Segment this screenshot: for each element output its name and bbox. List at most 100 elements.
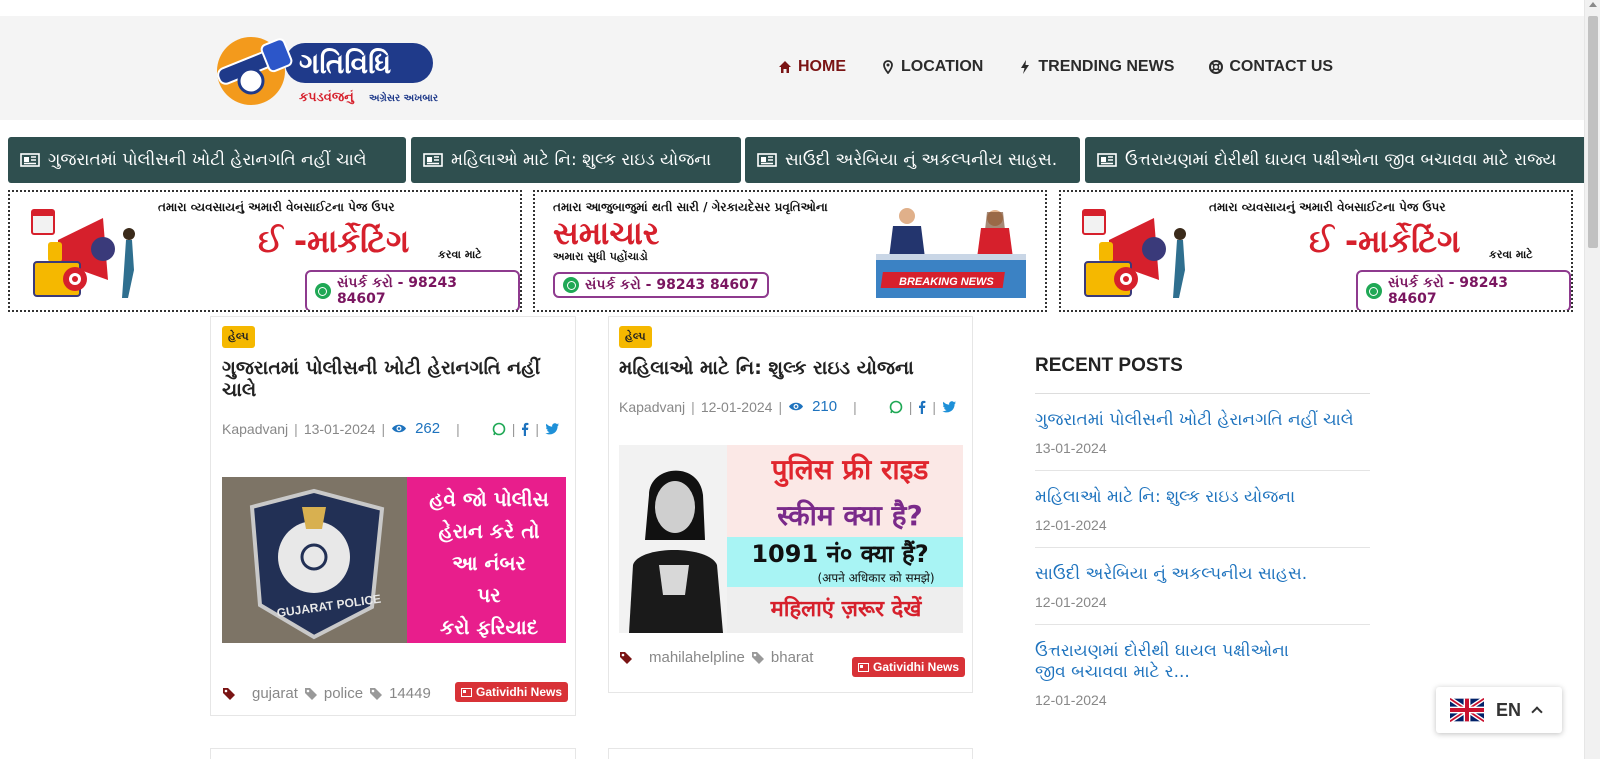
svg-text:કપડવંજનું: કપડવંજનું <box>299 90 355 105</box>
tags-icon <box>620 651 632 664</box>
facebook-share-icon[interactable] <box>521 422 529 436</box>
whatsapp-icon <box>1366 283 1382 299</box>
tag-link[interactable]: police <box>324 685 363 702</box>
ad-banner-emarketing[interactable]: તમારા વ્યવસાયનું અમારી વેબસાઈટના પેજ ઉપર… <box>1059 190 1573 312</box>
recent-post-date: 13-01-2024 <box>1035 440 1107 456</box>
recent-post-link[interactable]: સાઉદી અરેબિયા નું અકલ્પનીય સાહસ. <box>1035 564 1370 585</box>
nav-location[interactable]: LOCATION <box>881 58 983 76</box>
whatsapp-share-icon[interactable] <box>889 400 903 414</box>
scroll-up-arrow-icon[interactable] <box>1589 2 1597 7</box>
twitter-share-icon[interactable] <box>942 400 957 413</box>
post-tags: mahilahelpline bharat <box>619 649 813 666</box>
ticker-item[interactable]: સાઉદી અરેબિયા નું અકલ્પનીય સાહસ. <box>745 137 1080 183</box>
tag-icon <box>370 687 383 700</box>
post-card[interactable]: હેલ્પ ગુજરાતમાં પોલીસની ખોટી હેરાનગતિ નહ… <box>210 316 576 716</box>
post-title[interactable]: મહિલાઓ માટે નિ: શુલ્ક રાઇડ યોજના <box>619 357 964 379</box>
category-badge[interactable]: હેલ્પ <box>619 326 652 348</box>
twitter-share-icon[interactable] <box>545 422 560 435</box>
tag-icon <box>751 651 764 664</box>
tag-link[interactable]: mahilahelpline <box>649 649 745 666</box>
post-image[interactable]: पुलिस फ्री राइड स्कीम क्या है? 1091 नं० … <box>619 445 963 633</box>
home-icon <box>779 61 791 73</box>
page-scrollbar[interactable] <box>1584 0 1600 759</box>
ticker-item[interactable]: મહિલાઓ માટે નિ: શુલ્ક રાઇડ યોજના <box>411 137 741 183</box>
nav-trending-news[interactable]: TRENDING NEWS <box>1018 58 1174 76</box>
recent-post-item[interactable]: ઉત્તરાયણમાં દોરીથી ઘાયલ પક્ષીઓના જીવ બચા… <box>1035 625 1370 722</box>
tag-icon <box>304 687 317 700</box>
newspaper-icon <box>858 662 869 672</box>
recent-post-item[interactable]: સાઉદી અરેબિયા નું અકલ્પનીય સાહસ. 12-01-2… <box>1035 548 1370 625</box>
map-pin-icon <box>883 60 893 74</box>
language-label: EN <box>1496 699 1522 720</box>
whatsapp-icon <box>315 283 331 299</box>
language-switcher[interactable]: EN <box>1436 687 1562 733</box>
nav-location-label: LOCATION <box>901 58 984 75</box>
scroll-thumb[interactable] <box>1588 16 1598 248</box>
recent-post-date: 12-01-2024 <box>1035 594 1107 610</box>
news-anchors-illustration-icon: BREAKING NEWS <box>876 208 1026 298</box>
post-title[interactable]: ગુજરાતમાં પોલીસની ખોટી હેરાનગતિ નહીં ચાલ… <box>222 357 567 401</box>
newspaper-icon <box>1097 153 1117 167</box>
post-meta: Kapadvanj | 12-01-2024 | 210 | | | <box>619 398 957 415</box>
tag-link[interactable]: bharat <box>771 649 814 666</box>
site-logo[interactable]: ગતિવિધિ કપડવંજનું અગ્રેસર અખબાર <box>213 29 468 107</box>
sidebar-title: RECENT POSTS <box>1035 355 1370 394</box>
post-card[interactable] <box>608 748 973 759</box>
megaphone-illustration-icon <box>1082 209 1186 298</box>
tags-icon <box>223 687 235 700</box>
facebook-share-icon[interactable] <box>918 400 926 414</box>
recent-post-item[interactable]: મહિલાઓ માટે નિ: શુલ્ક રાઇડ યોજના 12-01-2… <box>1035 471 1370 548</box>
ad-banner-emarketing[interactable]: તમારા વ્યવસાયનું અમારી વેબસાઈટના પેજ ઉપર… <box>8 190 522 312</box>
svg-text:અગ્રેસર અખબાર: અગ્રેસર અખબાર <box>369 90 439 104</box>
nav-trending-label: TRENDING NEWS <box>1038 58 1175 75</box>
recent-post-link[interactable]: ગુજરાતમાં પોલીસની ખોટી હેરાનગતિ નહીં ચાલ… <box>1035 410 1370 431</box>
nav-home[interactable]: HOME <box>778 58 846 76</box>
news-ticker: ગુજરાતમાં પોલીસની ખોટી હેરાનગતિ નહીં ચાલ… <box>0 135 1584 185</box>
bolt-icon <box>1021 60 1030 74</box>
ad-contact-button[interactable]: સંપર્ક કરો - 98243 84607 <box>553 272 769 298</box>
category-badge[interactable]: હેલ્પ <box>222 326 255 348</box>
recent-post-link[interactable]: ઉત્તરાયણમાં દોરીથી ઘાયલ પક્ષીઓના જીવ બચા… <box>1035 641 1325 683</box>
chevron-up-icon <box>1531 706 1543 718</box>
megaphone-illustration-icon <box>31 209 135 298</box>
newspaper-icon <box>20 153 40 167</box>
woman-portrait-photo <box>619 445 727 633</box>
recent-posts-sidebar: RECENT POSTS ગુજરાતમાં પોલીસની ખોટી હેરા… <box>1035 355 1370 722</box>
recent-post-date: 12-01-2024 <box>1035 517 1107 533</box>
newspaper-icon <box>757 153 777 167</box>
tag-link[interactable]: 14449 <box>389 685 431 702</box>
post-meta: Kapadvanj | 13-01-2024 | 262 | | | <box>222 420 560 437</box>
eye-icon <box>392 424 407 433</box>
post-image[interactable]: GUJARAT POLICE હવે જો પોલીસ હેરાન કરે તો… <box>222 477 566 643</box>
woman-portrait-icon <box>629 470 723 633</box>
recent-post-date: 12-01-2024 <box>1035 692 1107 708</box>
ad-contact-button[interactable]: સંપર્ક કરો - 98243 84607 <box>1356 270 1571 310</box>
recent-post-link[interactable]: મહિલાઓ માટે નિ: શુલ્ક રાઇડ યોજના <box>1035 487 1370 508</box>
post-tags: gujarat police 14449 <box>222 685 431 702</box>
police-badge-icon: GUJARAT POLICE <box>222 477 407 643</box>
ad-contact-button[interactable]: સંપર્ક કરો - 98243 84607 <box>305 270 520 310</box>
breaking-news-text: BREAKING NEWS <box>899 276 994 288</box>
uk-flag-icon <box>1450 698 1484 722</box>
nav-contact-label: CONTACT US <box>1229 58 1334 75</box>
post-card[interactable] <box>210 748 576 759</box>
whatsapp-icon <box>563 277 579 293</box>
post-image-text: હવે જો પોલીસ હેરાન કરે તો આ નંબર પર કરો … <box>429 487 549 639</box>
nav-contact-us[interactable]: CONTACT US <box>1209 58 1333 76</box>
source-badge[interactable]: Gatividhi News <box>852 657 966 677</box>
tag-link[interactable]: gujarat <box>252 685 298 702</box>
newspaper-icon <box>423 153 443 167</box>
ticker-item[interactable]: ઉત્તરાયણમાં દોરીથી ઘાયલ પક્ષીઓના જીવ બચા… <box>1085 137 1584 183</box>
newspaper-icon <box>461 687 472 697</box>
ticker-item[interactable]: ગુજરાતમાં પોલીસની ખોટી હેરાનગતિ નહીં ચાલ… <box>8 137 406 183</box>
site-header: ગતિવિધિ કપડવંજનું અગ્રેસર અખબાર HOME LOC… <box>0 16 1584 120</box>
life-ring-icon <box>1209 60 1224 74</box>
source-badge[interactable]: Gatividhi News <box>455 682 569 702</box>
logo-title: ગતિવિધિ <box>299 47 391 80</box>
whatsapp-share-icon[interactable] <box>492 422 506 436</box>
main-nav: HOME LOCATION TRENDING NEWS CONTACT US <box>778 58 1368 76</box>
ad-banner-news[interactable]: તમારા આજુબાજુમાં થતી સારી / ગેરકાયદેસર પ… <box>533 190 1047 312</box>
police-badge-photo: GUJARAT POLICE <box>222 477 407 643</box>
recent-post-item[interactable]: ગુજરાતમાં પોલીસની ખોટી હેરાનગતિ નહીં ચાલ… <box>1035 394 1370 471</box>
post-card[interactable]: હેલ્પ મહિલાઓ માટે નિ: શુલ્ક રાઇડ યોજના K… <box>608 316 973 693</box>
